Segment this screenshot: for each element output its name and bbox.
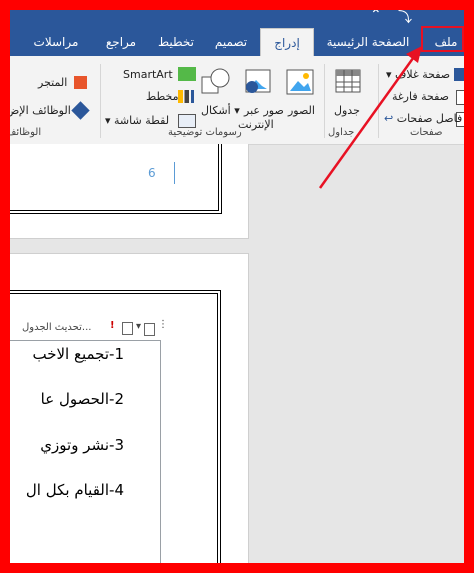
screenshot-frame: ⌃ ⤵ ملف الصفحة الرئيسية إدراج تصميم تخطي… (10, 10, 464, 563)
annotation-arrow (318, 46, 422, 189)
